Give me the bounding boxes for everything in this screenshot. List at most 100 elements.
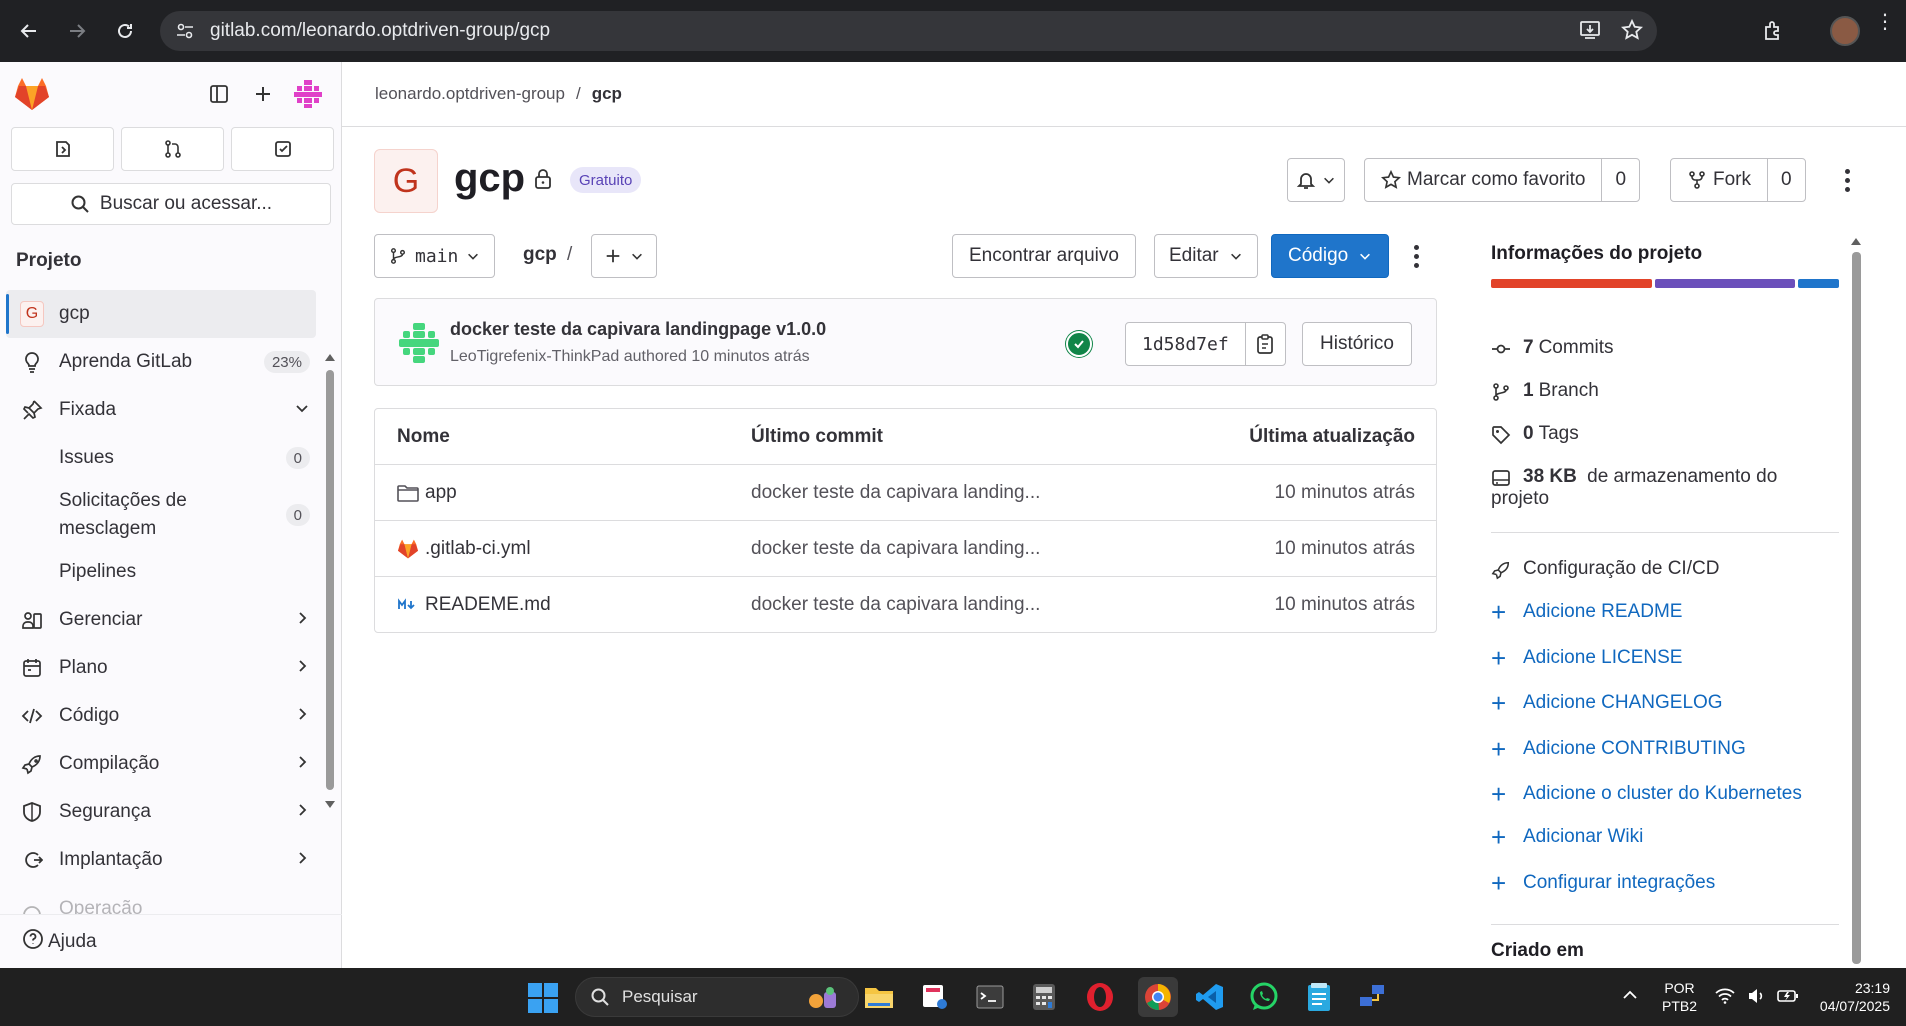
start-button[interactable] <box>528 983 558 1013</box>
merge-requests-shortcut-button[interactable] <box>121 127 224 171</box>
system-tray-icons[interactable] <box>1715 988 1799 1004</box>
gitlab-logo-icon[interactable] <box>14 77 50 116</box>
add-changelog-link[interactable]: + Adicione CHANGELOG <box>1491 690 1723 716</box>
branch-selector[interactable]: main <box>374 234 496 278</box>
file-last-commit-link[interactable]: docker teste da capivara landing... <box>751 594 1040 616</box>
fork-count[interactable]: 0 <box>1767 159 1805 201</box>
taskbar-search[interactable]: Pesquisar <box>575 977 859 1017</box>
add-license-link[interactable]: + Adicione LICENSE <box>1491 645 1682 671</box>
sidebar-item-issues[interactable]: Issues 0 <box>0 434 322 482</box>
search-or-go-button[interactable]: Buscar ou acessar... <box>11 183 331 225</box>
create-new-icon[interactable] <box>249 80 277 108</box>
install-app-icon[interactable] <box>1579 19 1601 46</box>
sidebar-scrollbar[interactable] <box>325 352 335 812</box>
chevron-down-icon <box>468 253 479 260</box>
sidebar-item-operate[interactable]: Operação <box>0 884 322 914</box>
help-button[interactable]: Ajuda <box>0 914 342 968</box>
notifications-dropdown[interactable] <box>1287 158 1345 202</box>
table-row[interactable]: READEME.md docker teste da capivara land… <box>375 576 1436 632</box>
repo-actions-kebab-icon[interactable] <box>1404 236 1428 276</box>
repo-path-root[interactable]: gcp <box>523 244 557 266</box>
breadcrumb-group-link[interactable]: leonardo.optdriven-group <box>375 84 565 104</box>
sidebar-item-build[interactable]: Compilação <box>0 740 322 788</box>
user-avatar[interactable] <box>292 78 324 110</box>
sidebar-item-pinned[interactable]: Fixada <box>0 386 322 434</box>
table-row[interactable]: app docker teste da capivara landing... … <box>375 464 1436 520</box>
sidebar-item-deploy[interactable]: Implantação <box>0 836 322 884</box>
chrome-icon[interactable] <box>1138 977 1178 1017</box>
sidebar-item-manage[interactable]: Gerenciar <box>0 596 322 644</box>
find-file-button[interactable]: Encontrar arquivo <box>952 234 1136 278</box>
table-row[interactable]: .gitlab-ci.yml docker teste da capivara … <box>375 520 1436 576</box>
terminal-icon[interactable] <box>973 980 1007 1014</box>
star-button[interactable]: Marcar como favorito <box>1365 159 1601 201</box>
snipping-tool-icon[interactable] <box>917 980 951 1014</box>
forward-button[interactable] <box>58 12 96 50</box>
sidebar-item-security[interactable]: Segurança <box>0 788 322 836</box>
add-to-tree-dropdown[interactable] <box>591 234 657 278</box>
whatsapp-icon[interactable] <box>1247 980 1281 1014</box>
commit-sha[interactable]: 1d58d7ef <box>1126 323 1245 365</box>
commit-title-link[interactable]: docker teste da capivara landingpage v1.… <box>450 319 826 340</box>
sidebar-item-merge-requests[interactable]: Solicitações de mesclagem 0 <box>0 482 322 548</box>
commits-link[interactable]: 7 Commits <box>1491 337 1614 365</box>
file-name-link[interactable]: .gitlab-ci.yml <box>425 538 531 560</box>
file-last-commit-link[interactable]: docker teste da capivara landing... <box>751 538 1040 560</box>
language-segment[interactable] <box>1655 279 1795 288</box>
keyboard-layout-indicator[interactable]: POR PTB2 <box>1662 979 1697 1015</box>
link-label: Adicione CONTRIBUTING <box>1523 738 1746 759</box>
pipeline-passed-icon[interactable] <box>1066 331 1092 357</box>
cicd-config-link[interactable]: Configuração de CI/CD <box>1491 558 1719 586</box>
profile-avatar[interactable] <box>1830 16 1860 46</box>
file-name-link[interactable]: app <box>425 482 457 504</box>
language-bar[interactable] <box>1491 279 1839 288</box>
back-button[interactable] <box>10 12 48 50</box>
add-wiki-link[interactable]: + Adicionar Wiki <box>1491 824 1643 850</box>
toggle-sidebar-icon[interactable] <box>205 80 233 108</box>
site-settings-icon[interactable] <box>174 20 196 42</box>
calculator-icon[interactable] <box>1027 980 1061 1014</box>
vscode-icon[interactable] <box>1193 980 1227 1014</box>
sidebar-item-learn-gitlab[interactable]: Aprenda GitLab 23% <box>0 338 322 386</box>
extensions-icon[interactable] <box>1756 14 1790 48</box>
file-last-commit-link[interactable]: docker teste da capivara landing... <box>751 482 1040 504</box>
tags-link[interactable]: 0 Tags <box>1491 423 1579 451</box>
show-hidden-icons[interactable] <box>1622 987 1638 1005</box>
sidebar-item-gcp[interactable]: G gcp <box>6 290 316 338</box>
configure-integrations-link[interactable]: + Configurar integrações <box>1491 870 1715 896</box>
fork-button[interactable]: Fork <box>1671 159 1767 201</box>
commit-author-avatar[interactable] <box>397 321 441 365</box>
sidebar-item-code[interactable]: Código <box>0 692 322 740</box>
storage-link[interactable]: 38 KB de armazenamento do projeto <box>1491 466 1839 510</box>
breadcrumb-project-link[interactable]: gcp <box>592 84 622 104</box>
add-readme-link[interactable]: + Adicione README <box>1491 599 1682 625</box>
todo-shortcut-button[interactable] <box>231 127 334 171</box>
code-dropdown[interactable]: Código <box>1271 234 1390 278</box>
sidebar-item-pipelines[interactable]: Pipelines <box>0 548 322 596</box>
scrollbar-thumb[interactable] <box>326 370 334 790</box>
star-count[interactable]: 0 <box>1601 159 1639 201</box>
copy-sha-button[interactable] <box>1244 323 1285 365</box>
notepad-icon[interactable] <box>1302 980 1336 1014</box>
add-contributing-link[interactable]: + Adicione CONTRIBUTING <box>1491 736 1746 762</box>
bookmark-star-icon[interactable] <box>1620 18 1644 46</box>
network-tool-icon[interactable] <box>1356 980 1390 1014</box>
issues-shortcut-button[interactable] <box>11 127 114 171</box>
edit-dropdown[interactable]: Editar <box>1154 234 1258 278</box>
address-bar[interactable]: gitlab.com/leonardo.optdriven-group/gcp <box>160 11 1657 51</box>
clock[interactable]: 23:19 04/07/2025 <box>1818 979 1890 1015</box>
sidebar-item-plan[interactable]: Plano <box>0 644 322 692</box>
scrollbar-thumb[interactable] <box>1852 252 1861 964</box>
project-actions-kebab-icon[interactable] <box>1835 160 1859 200</box>
add-kubernetes-cluster-link[interactable]: + Adicione o cluster do Kubernetes <box>1491 781 1802 807</box>
reload-button[interactable] <box>106 12 144 50</box>
right-panel-scrollbar[interactable] <box>1850 236 1862 966</box>
file-name-link[interactable]: READEME.md <box>425 594 551 616</box>
opera-icon[interactable] <box>1083 980 1117 1014</box>
file-explorer-icon[interactable] <box>862 980 896 1014</box>
branches-link[interactable]: 1 Branch <box>1491 380 1599 408</box>
language-segment[interactable] <box>1798 279 1839 288</box>
language-segment[interactable] <box>1491 279 1652 288</box>
browser-menu-icon[interactable]: ⋮ <box>1875 12 1895 32</box>
history-button[interactable]: Histórico <box>1302 322 1412 366</box>
